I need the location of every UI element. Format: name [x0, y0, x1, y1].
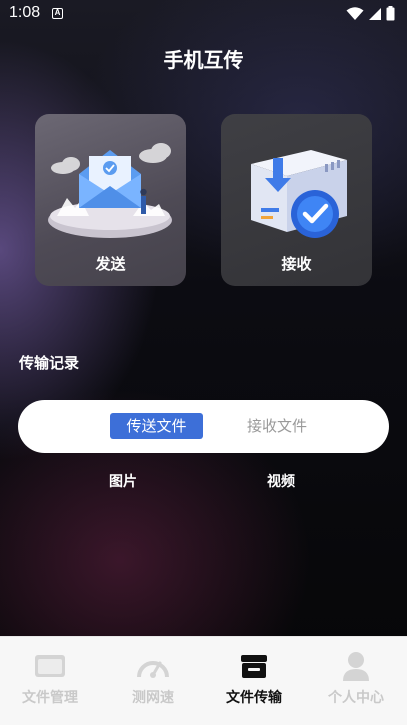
status-bar: 1:08 A: [0, 0, 407, 30]
nav-label-file-manager: 文件管理: [22, 690, 78, 706]
nav-label-speed-test: 测网速: [132, 690, 174, 706]
history-tab-bar: 传送文件 接收文件: [18, 400, 389, 453]
page-title: 手机互传: [163, 48, 244, 72]
status-icons: [346, 6, 395, 21]
user-icon: [343, 652, 369, 681]
bottom-nav: 文件管理 测网速 文件传输 个人中心: [0, 636, 407, 725]
nav-speed-test[interactable]: 测网速: [103, 651, 203, 707]
speedometer-icon: [137, 661, 169, 678]
receive-label: 接收: [281, 255, 312, 273]
send-label: 发送: [95, 255, 126, 273]
category-images[interactable]: 图片: [109, 471, 137, 491]
wifi-icon: [346, 6, 364, 20]
signal-icon: [369, 7, 381, 20]
app-screen: 1:08 A 手机互传 发送 接收 传输记录 传送文件 接收文件 图片 视频 文…: [0, 0, 407, 725]
receive-card[interactable]: 接收: [221, 114, 372, 286]
send-card[interactable]: 发送: [35, 114, 186, 286]
history-title: 传输记录: [19, 354, 80, 372]
category-videos[interactable]: 视频: [267, 471, 295, 491]
folder-icon: [35, 655, 65, 677]
tab-received-files[interactable]: 接收文件: [230, 413, 324, 439]
nav-file-manager[interactable]: 文件管理: [0, 651, 100, 707]
battery-icon: [386, 6, 395, 21]
tab-sent-files[interactable]: 传送文件: [110, 413, 203, 439]
nav-label-profile: 个人中心: [328, 690, 384, 706]
nav-profile[interactable]: 个人中心: [306, 651, 406, 707]
box-receive-illustration: [251, 150, 347, 238]
status-time: 1:08: [9, 4, 41, 21]
envelope-send-illustration: [48, 143, 172, 238]
nav-label-file-transfer: 文件传输: [226, 690, 282, 706]
nav-file-transfer[interactable]: 文件传输: [204, 651, 304, 707]
notification-icon: A: [52, 8, 63, 19]
file-box-icon: [241, 655, 267, 678]
